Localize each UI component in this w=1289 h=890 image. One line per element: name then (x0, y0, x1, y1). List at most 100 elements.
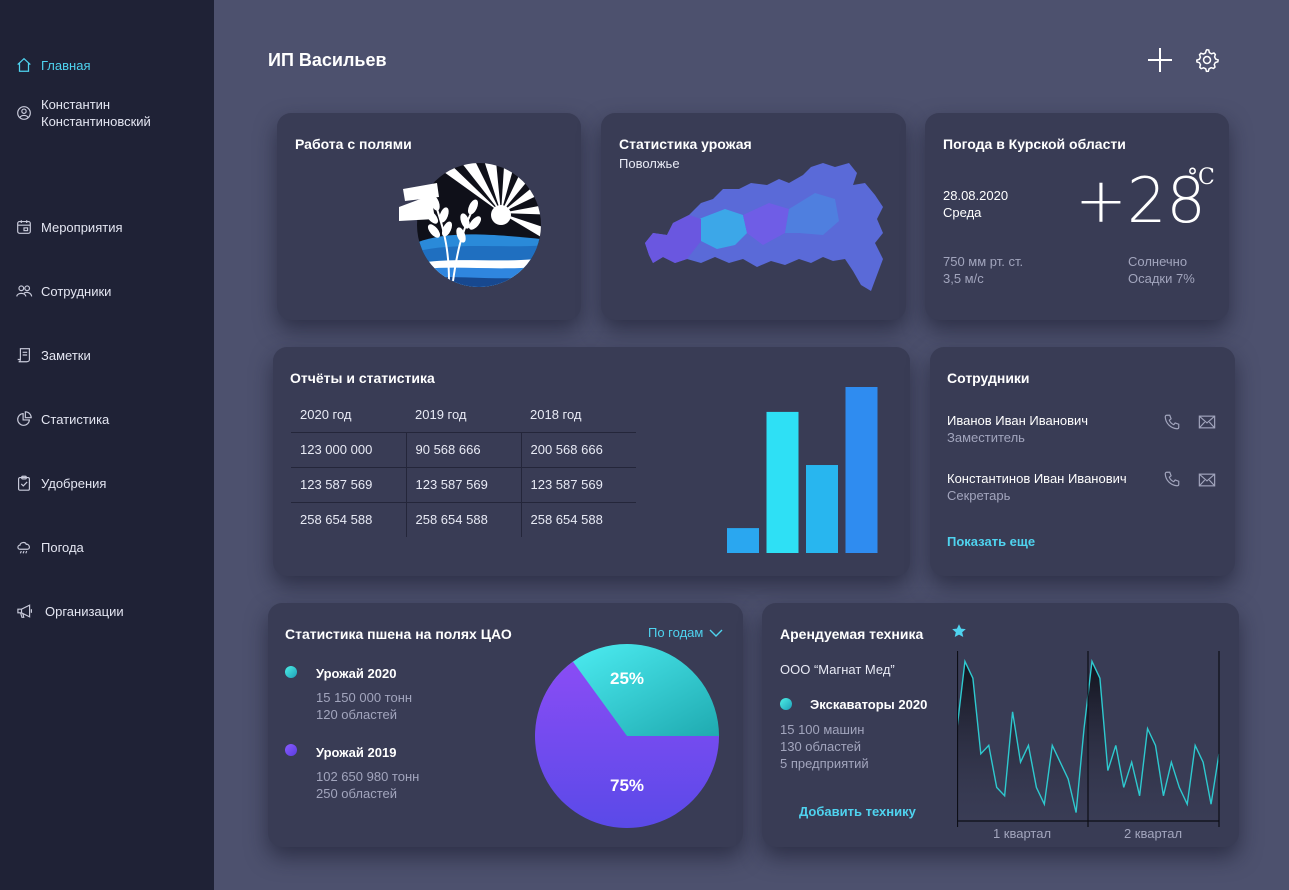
card-title: Погода в Курской области (943, 136, 1126, 152)
column-header: 2018 год (521, 397, 636, 433)
show-more-link[interactable]: Показать еще (947, 534, 1035, 549)
table-header-row: 2020 год 2019 год 2018 год (291, 397, 636, 433)
legend-dot-2020 (285, 666, 297, 678)
sidebar-item-organizations[interactable]: Организации (14, 601, 124, 621)
reports-card[interactable]: Отчёты и статистика 2020 год 2019 год 20… (273, 347, 910, 576)
table-cell: 123 587 569 (291, 467, 407, 503)
legend-detail: 102 650 980 тонн (316, 769, 420, 784)
card-title: Отчёты и статистика (290, 370, 435, 386)
card-title: Статистика пшена на полях ЦАО (285, 626, 512, 642)
wheat-pie-chart: 25% 75% (535, 644, 719, 828)
table-cell: 258 654 588 (406, 502, 522, 537)
sidebar-item-label: Мероприятия (41, 219, 123, 235)
legend-detail: 15 150 000 тонн (316, 690, 413, 705)
card-title: Сотрудники (947, 370, 1030, 386)
employee-name: Константинов Иван Иванович (947, 471, 1127, 486)
sidebar-item-fertilizers[interactable]: Удобрения (14, 473, 106, 493)
home-icon (14, 55, 34, 75)
user-icon (14, 103, 34, 123)
equipment-stat: 15 100 машин (780, 722, 865, 737)
russia-map (645, 163, 883, 291)
sidebar-item-label: Константин Константиновский (41, 97, 151, 129)
table-cell: 258 654 588 (291, 502, 407, 537)
employee-role: Заместитель (947, 430, 1025, 445)
sidebar-item-home[interactable]: Главная (14, 55, 90, 75)
page-title: ИП Васильев (268, 50, 387, 70)
sidebar-item-events[interactable]: Мероприятия (14, 217, 123, 237)
add-button[interactable] (1146, 46, 1174, 74)
employee-name: Иванов Иван Иванович (947, 413, 1089, 428)
category-dot (780, 698, 792, 710)
period-dropdown[interactable]: По годам (648, 625, 723, 640)
sidebar-item-label: Сотрудники (41, 283, 112, 299)
category-label: Экскаваторы 2020 (810, 697, 928, 712)
employee-role: Секретарь (947, 488, 1011, 503)
weather-pressure: 750 мм рт. ст. (943, 254, 1024, 269)
legend-label: Урожай 2020 (316, 666, 397, 681)
bar (806, 465, 838, 553)
sidebar-item-statistics[interactable]: Статистика (14, 409, 109, 429)
clipboard-icon (14, 473, 34, 493)
legend-dot-2019 (285, 744, 297, 756)
employees-card[interactable]: Сотрудники Иванов Иван Иванович Заместит… (930, 347, 1235, 576)
megaphone-icon (14, 601, 38, 621)
sidebar-item-label: Удобрения (41, 475, 107, 491)
bar (766, 411, 799, 553)
gear-icon (1196, 48, 1220, 73)
bar (845, 387, 878, 553)
weather-day: Среда (943, 205, 982, 220)
table-row: 123 000 000 90 568 666 200 568 666 (291, 432, 636, 468)
temperature-unit: °C (1187, 165, 1215, 190)
star-icon[interactable] (951, 623, 967, 639)
calendar-icon (14, 217, 34, 237)
table-cell: 123 587 569 (406, 467, 522, 503)
table-row: 258 654 588 258 654 588 258 654 588 (291, 502, 636, 537)
weather-condition: Солнечно (1128, 254, 1188, 269)
weather-wind: 3,5 м/с (943, 271, 984, 286)
wheat-stats-card[interactable]: Статистика пшена на полях ЦАО По годам У… (268, 603, 743, 847)
phone-icon[interactable] (1163, 470, 1181, 488)
company-name: ООО “Магнат Мед” (780, 662, 895, 677)
mail-icon[interactable] (1198, 414, 1216, 430)
table-cell: 123 000 000 (291, 432, 407, 468)
table-cell: 90 568 666 (406, 432, 522, 468)
settings-button[interactable] (1193, 46, 1221, 74)
chevron-down-icon (709, 629, 723, 637)
pie-label: 75% (610, 776, 644, 795)
x-tick-label: 2 квартал (1124, 826, 1182, 841)
sidebar-item-weather[interactable]: Погода (14, 537, 84, 557)
pie-label: 25% (610, 669, 644, 688)
legend-label: Урожай 2019 (316, 745, 397, 760)
pie-chart-icon (14, 409, 34, 429)
fields-card[interactable]: Работа с полями (277, 113, 581, 320)
column-header: 2019 год (406, 397, 521, 433)
table-cell: 123 587 569 (521, 467, 636, 503)
phone-icon[interactable] (1163, 413, 1181, 431)
card-title: Арендуемая техника (780, 626, 924, 642)
card-title: Статистика урожая (619, 136, 752, 152)
legend-detail: 120 областей (316, 707, 398, 722)
table-row: 123 587 569 123 587 569 123 587 569 (291, 467, 636, 503)
dropdown-label: По годам (648, 625, 704, 640)
equipment-area-chart: 1 квартал 2 квартал (957, 651, 1220, 841)
farm-logo (399, 163, 541, 287)
sidebar-item-profile[interactable]: Константин Константиновский (14, 96, 151, 130)
add-equipment-link[interactable]: Добавить технику (799, 804, 916, 819)
sidebar-item-label: Организации (45, 603, 124, 619)
sidebar-item-employees[interactable]: Сотрудники (14, 281, 111, 301)
sidebar-item-label: Заметки (41, 347, 91, 363)
cloud-rain-icon (14, 537, 34, 557)
equipment-stat: 130 областей (780, 739, 862, 754)
sidebar-item-notes[interactable]: Заметки (14, 345, 91, 365)
plus-icon (1148, 48, 1172, 72)
weather-card[interactable]: Погода в Курской области 28.08.2020 Сред… (925, 113, 1229, 320)
users-icon (14, 281, 34, 301)
harvest-stats-card[interactable]: Статистика урожая Поволжье (601, 113, 906, 320)
equipment-stat: 5 предприятий (780, 756, 869, 771)
legend-detail: 250 областей (316, 786, 398, 801)
equipment-card[interactable]: Арендуемая техника ООО “Магнат Мед” Экск… (762, 603, 1239, 847)
reports-table: 2020 год 2019 год 2018 год 123 000 000 9… (291, 397, 636, 537)
weather-precipitation: Осадки 7% (1128, 271, 1195, 286)
notes-icon (14, 345, 34, 365)
mail-icon[interactable] (1198, 472, 1216, 488)
